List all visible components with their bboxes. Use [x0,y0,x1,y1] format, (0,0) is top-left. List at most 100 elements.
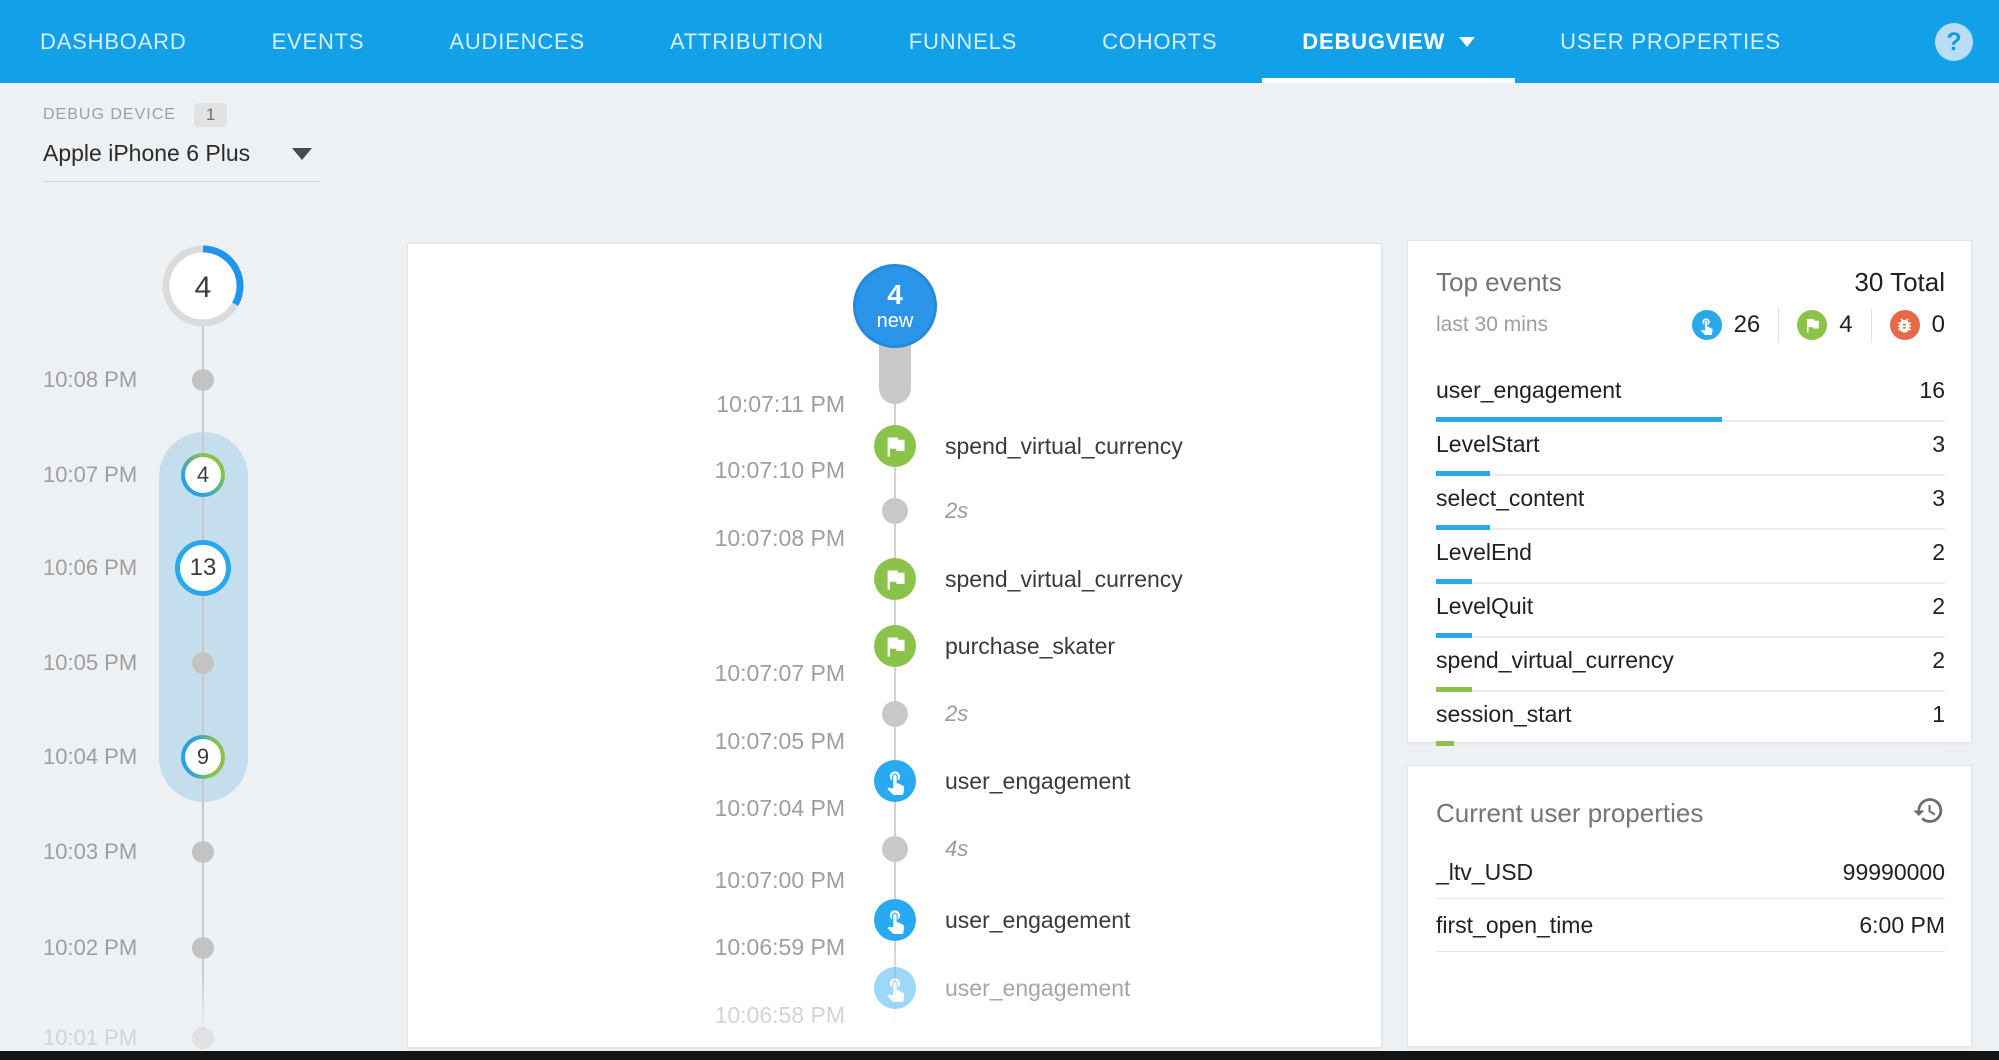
user-property-value: 99990000 [1843,859,1945,886]
top-event-row[interactable]: select_content 3 [1436,476,1945,530]
flag-counter-value: 4 [1839,311,1852,339]
debug-device-label: DEBUG DEVICE [43,106,176,124]
top-nav: DASHBOARD EVENTS AUDIENCES ATTRIBUTION F… [0,0,1999,83]
top-event-name: spend_virtual_currency [1436,647,1674,674]
bug-icon [1890,310,1920,340]
user-property-row[interactable]: _ltv_USD 99990000 [1436,846,1945,899]
tab-cohorts[interactable]: COHORTS [1102,0,1217,83]
event-name[interactable]: user_engagement [945,974,1130,1002]
new-events-count: 4 [887,280,903,310]
event-name[interactable]: user_engagement [945,906,1130,934]
tab-user-properties[interactable]: USER PROPERTIES [1560,0,1781,83]
minute-dot[interactable] [192,841,214,863]
device-select[interactable]: Apple iPhone 6 Plus [43,140,320,167]
counter-divider [1778,308,1779,342]
top-event-count: 2 [1932,647,1945,674]
counter-divider [1871,308,1872,342]
top-events-panel: Top events 30 Total last 30 mins 26 4 [1407,240,1972,743]
touch-app-icon[interactable] [874,967,916,1009]
user-property-name: _ltv_USD [1436,859,1533,886]
top-event-row[interactable]: LevelStart 3 [1436,422,1945,476]
minute-node-selected[interactable]: 13 [175,540,231,596]
minute-dot[interactable] [192,937,214,959]
history-icon[interactable] [1912,794,1945,832]
device-select-value: Apple iPhone 6 Plus [43,140,250,166]
window-bottom-edge [0,1051,1999,1060]
tab-funnels[interactable]: FUNNELS [909,0,1017,83]
minute-timeline-line [202,326,204,1038]
minute-node-count: 9 [185,739,221,775]
gap-duration: 4s [945,835,968,863]
gap-duration: 2s [945,700,968,728]
gap-dot [882,498,908,524]
event-timestamp: 10:07:08 PM [645,524,845,552]
event-timestamp: 10:07:00 PM [645,866,845,894]
top-events-range: last 30 mins [1436,313,1548,337]
top-event-row[interactable]: session_start 1 [1436,692,1945,746]
help-icon[interactable]: ? [1935,23,1973,61]
gap-duration: 2s [945,497,968,525]
user-property-row[interactable]: first_open_time 6:00 PM [1436,899,1945,952]
tab-dashboard[interactable]: DASHBOARD [40,0,187,83]
top-event-row[interactable]: LevelEnd 2 [1436,530,1945,584]
user-property-name: first_open_time [1436,912,1593,939]
top-event-name: user_engagement [1436,377,1621,404]
top-events-list: user_engagement 16 LevelStart 3 select_c… [1436,368,1945,746]
event-name[interactable]: spend_virtual_currency [945,565,1183,593]
top-event-count: 3 [1932,431,1945,458]
touch-app-icon[interactable] [874,760,916,802]
new-events-connector [879,342,911,404]
user-properties-list: _ltv_USD 99990000 first_open_time 6:00 P… [1436,846,1945,952]
tab-events[interactable]: EVENTS [272,0,365,83]
minute-summary-bubble[interactable]: 4 [161,244,245,328]
event-timestamp: 10:06:58 PM [645,1001,845,1029]
touch-counter: 26 [1692,310,1761,340]
top-event-row[interactable]: user_engagement 16 [1436,368,1945,422]
event-timestamp: 10:07:05 PM [645,727,845,755]
tab-attribution[interactable]: ATTRIBUTION [670,0,824,83]
minute-node-count: 4 [185,457,221,493]
minute-node-count: 13 [190,554,217,582]
flag-icon[interactable] [874,558,916,600]
top-event-count: 3 [1932,485,1945,512]
minute-label: 10:05 PM [43,650,153,676]
flag-icon[interactable] [874,425,916,467]
touch-app-icon [1692,310,1722,340]
gap-dot [882,701,908,727]
event-name[interactable]: spend_virtual_currency [945,432,1183,460]
flag-icon[interactable] [874,625,916,667]
device-select-underline [43,181,320,182]
top-events-total: 30 Total [1854,267,1945,298]
bug-counter-value: 0 [1932,311,1945,339]
event-name[interactable]: purchase_skater [945,632,1115,660]
event-name[interactable]: user_engagement [945,767,1130,795]
minute-label: 10:07 PM [43,462,153,488]
minute-label: 10:03 PM [43,839,153,865]
minute-label: 10:04 PM [43,744,153,770]
minute-node[interactable]: 4 [181,453,225,497]
touch-app-icon[interactable] [874,899,916,941]
tab-audiences[interactable]: AUDIENCES [449,0,585,83]
tab-debugview[interactable]: DEBUGVIEW [1262,0,1515,83]
top-event-name: session_start [1436,701,1572,728]
top-event-count: 1 [1932,701,1945,728]
top-event-name: LevelStart [1436,431,1540,458]
top-event-row[interactable]: LevelQuit 2 [1436,584,1945,638]
minute-dot[interactable] [192,652,214,674]
debug-device-header: DEBUG DEVICE 1 [43,103,227,127]
minute-dot[interactable] [192,369,214,391]
event-timestamp: 10:07:11 PM [645,390,845,418]
minute-label: 10:01 PM [43,1025,153,1051]
top-event-row[interactable]: spend_virtual_currency 2 [1436,638,1945,692]
minute-node[interactable]: 9 [181,735,225,779]
minute-dot[interactable] [192,1027,214,1049]
event-stream-panel: 4 new 10:07:11 PM spend_virtual_currency… [407,243,1382,1048]
minute-summary-count: 4 [195,271,212,304]
new-events-bubble[interactable]: 4 new [853,264,937,348]
device-count-badge: 1 [194,103,227,127]
touch-counter-value: 26 [1734,311,1761,339]
new-events-word: new [877,310,914,332]
top-event-name: LevelQuit [1436,593,1533,620]
top-event-count: 2 [1932,593,1945,620]
tab-debugview-label: DEBUGVIEW [1302,29,1445,55]
